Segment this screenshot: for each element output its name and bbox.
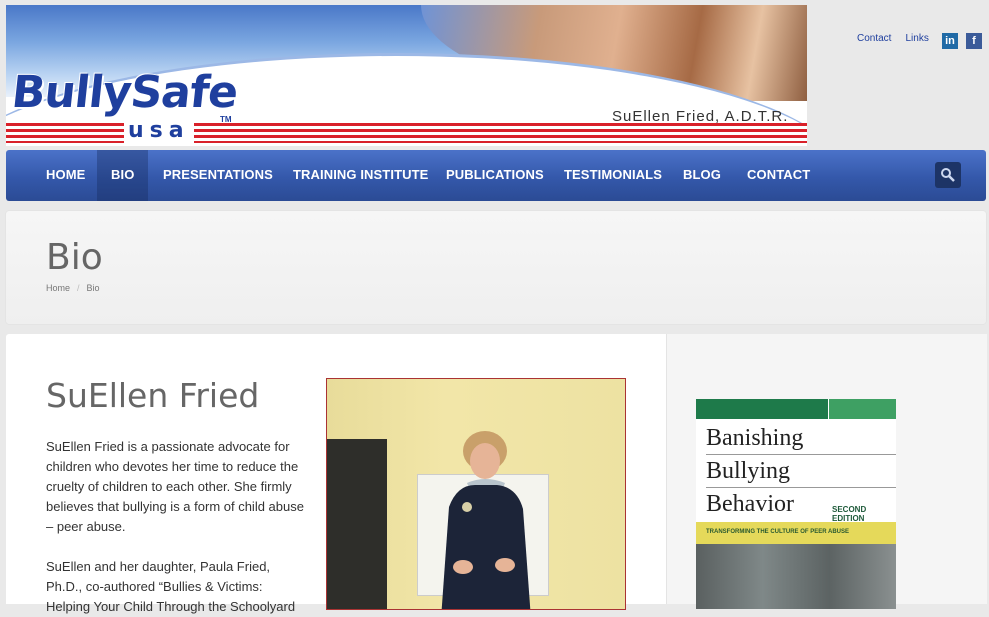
- nav-home[interactable]: HOME: [46, 150, 85, 201]
- nav-blog[interactable]: BLOG: [683, 150, 721, 201]
- book-color-bar: [829, 399, 896, 419]
- breadcrumb: Home / Bio: [46, 283, 100, 293]
- book-photo: [696, 544, 896, 609]
- bio-heading: SuEllen Fried: [46, 376, 260, 415]
- linkedin-icon[interactable]: in: [942, 33, 958, 49]
- logo-trademark: TM: [220, 115, 232, 124]
- book-cover-image[interactable]: Banishing Bullying Behavior SECOND EDITI…: [696, 399, 896, 609]
- book-title-line: Bullying: [706, 458, 791, 484]
- breadcrumb-current: Bio: [86, 283, 100, 293]
- bio-video[interactable]: [326, 378, 626, 610]
- nav-publications[interactable]: PUBLICATIONS: [446, 150, 544, 201]
- book-edition: SECOND EDITION: [832, 505, 867, 523]
- logo[interactable]: BullySafe: [9, 67, 239, 118]
- main-nav: HOME BIO PRESENTATIONS TRAINING INSTITUT…: [6, 150, 986, 201]
- book-color-bar: [696, 399, 828, 419]
- page-title: Bio: [46, 237, 103, 278]
- nav-training-institute[interactable]: TRAINING INSTITUTE: [293, 150, 428, 201]
- breadcrumb-home[interactable]: Home: [46, 283, 70, 293]
- book-title-line: Behavior: [706, 491, 794, 517]
- nav-testimonials[interactable]: TESTIMONIALS: [564, 150, 662, 201]
- logo-subtext: usa: [124, 118, 194, 144]
- nav-presentations[interactable]: PRESENTATIONS: [163, 150, 273, 201]
- main-content: SuEllen Fried SuEllen Fried is a passion…: [6, 334, 987, 614]
- search-button[interactable]: [935, 162, 961, 188]
- breadcrumb-separator: /: [77, 283, 80, 293]
- nav-contact[interactable]: CONTACT: [747, 150, 810, 201]
- header-banner: BullySafe usa TM SuEllen Fried, A.D.T.R.: [6, 5, 807, 146]
- bio-paragraph: SuEllen and her daughter, Paula Fried, P…: [46, 559, 296, 614]
- video-shelf: [327, 439, 387, 609]
- book-title-line: Banishing: [706, 425, 804, 451]
- book-tagline-strip: TRANSFORMING THE CULTURE OF PEER ABUSE: [696, 522, 896, 544]
- book-tagline: TRANSFORMING THE CULTURE OF PEER ABUSE: [706, 529, 850, 535]
- top-links: Contact Links: [857, 33, 943, 44]
- facebook-icon[interactable]: f: [966, 33, 982, 49]
- search-icon: [941, 168, 955, 182]
- page-title-box: Bio Home / Bio: [6, 211, 986, 324]
- top-link-contact[interactable]: Contact: [857, 33, 891, 44]
- banner-name: SuEllen Fried, A.D.T.R.: [612, 108, 789, 125]
- video-person-image: [441, 431, 531, 609]
- top-link-links[interactable]: Links: [905, 33, 928, 44]
- nav-bio[interactable]: BIO: [97, 150, 149, 201]
- bio-paragraph: SuEllen Fried is a passionate advocate f…: [46, 439, 304, 534]
